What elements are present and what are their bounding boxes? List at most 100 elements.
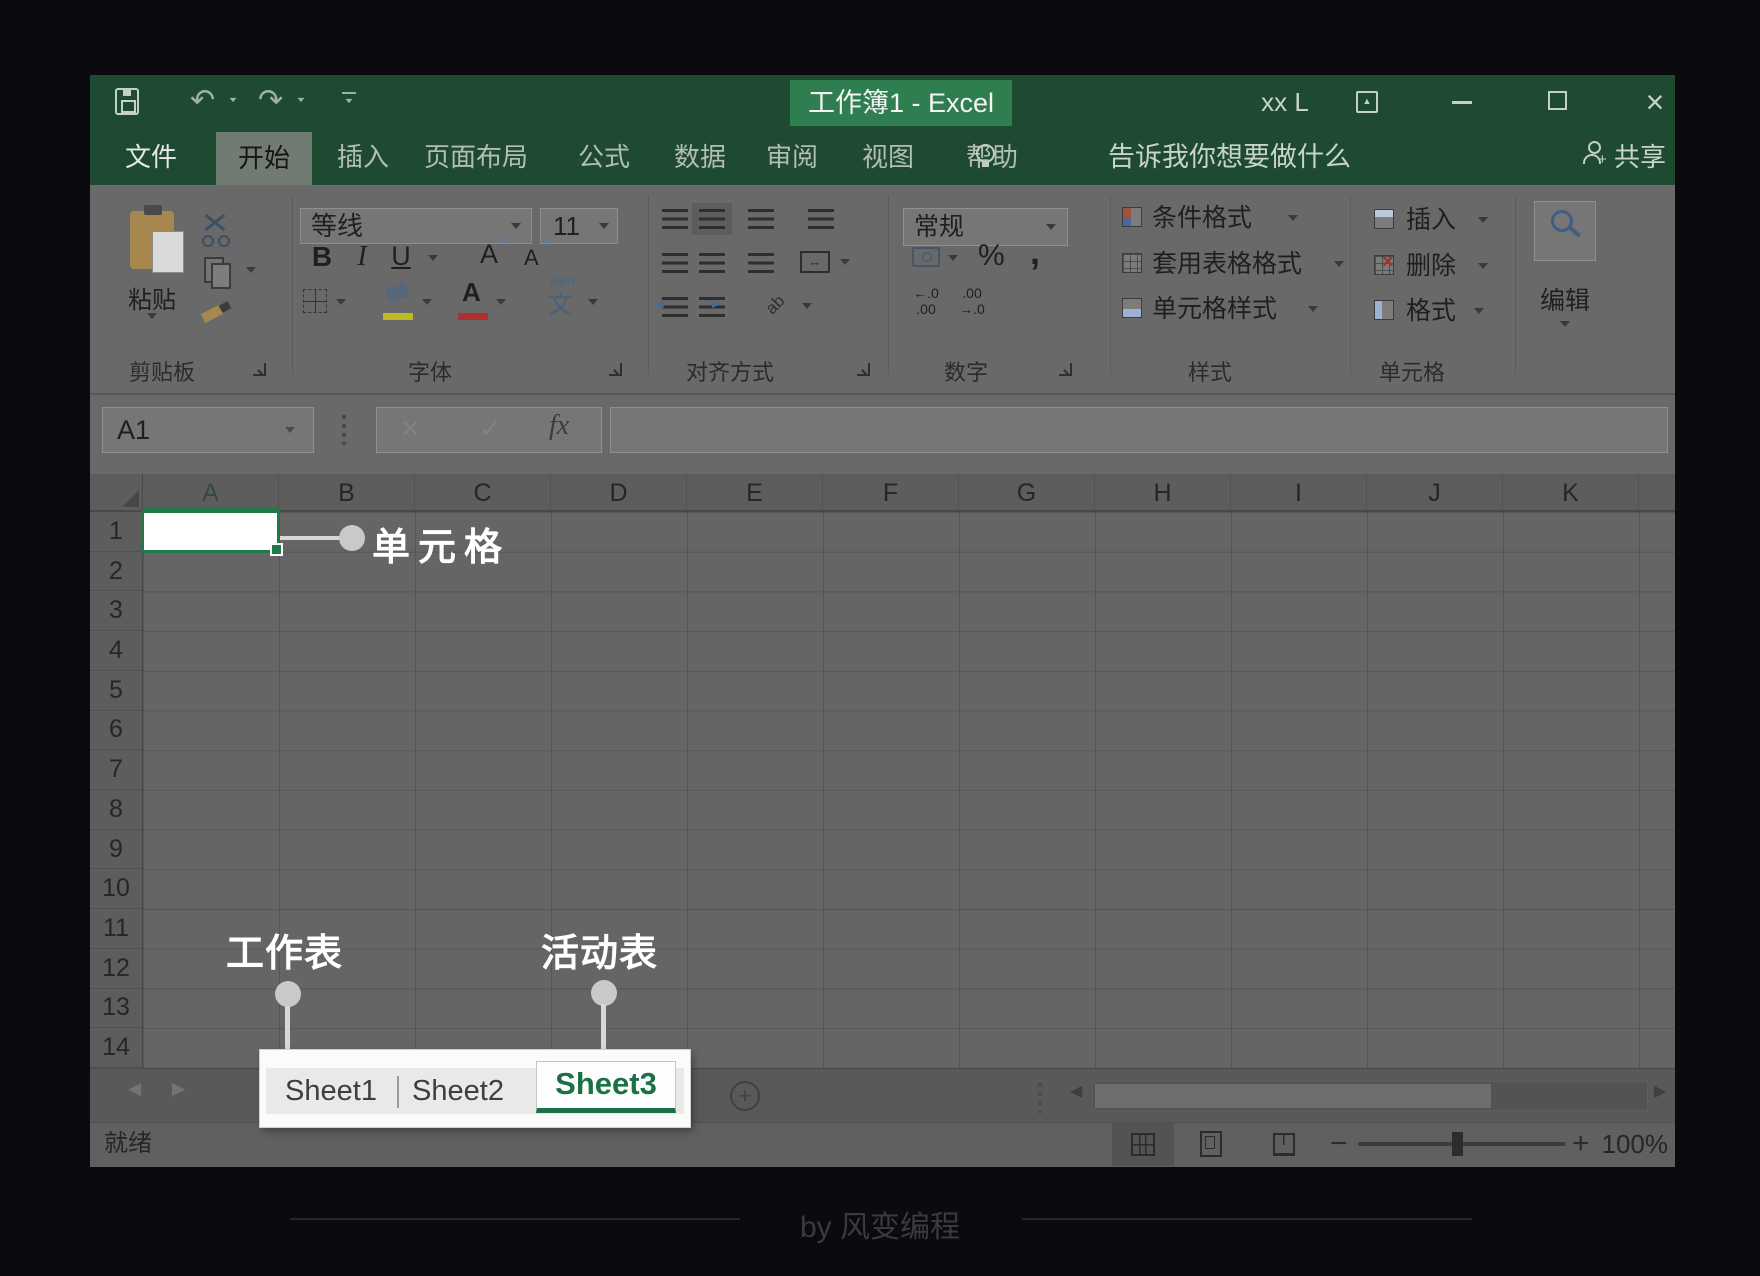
row-headers[interactable]: 1 2 3 4 5 6 7 8 9 10 11 12 13 14 (90, 512, 143, 1068)
comma-button[interactable]: , (1030, 231, 1040, 273)
column-header[interactable]: B (279, 474, 415, 510)
cells-area[interactable] (143, 512, 1675, 1068)
maximize-button[interactable] (1548, 91, 1567, 110)
align-top-button[interactable] (662, 209, 688, 229)
alignment-dialog-launcher-icon[interactable] (857, 363, 870, 376)
column-header[interactable]: I (1231, 474, 1367, 510)
merge-center-button[interactable]: ↔ (800, 251, 830, 273)
row-header[interactable]: 9 (90, 830, 142, 870)
align-bottom-button[interactable] (748, 209, 774, 229)
format-cells-button[interactable]: 格式 (1374, 298, 1494, 332)
italic-button[interactable]: I (348, 241, 376, 273)
underline-chevron-icon[interactable] (428, 255, 438, 261)
row-header[interactable]: 6 (90, 711, 142, 751)
save-icon[interactable] (115, 88, 139, 115)
column-header[interactable]: G (959, 474, 1095, 510)
enter-entry-button[interactable]: ✓ (479, 412, 502, 445)
wrap-text-button[interactable] (808, 209, 834, 229)
clipboard-dialog-launcher-icon[interactable] (253, 363, 266, 376)
decrease-decimal-button[interactable]: .00 →.0 (950, 285, 994, 319)
row-header[interactable]: 8 (90, 790, 142, 830)
increase-decimal-button[interactable]: ←.0 .00 (904, 285, 948, 319)
undo-icon[interactable]: ↶ (190, 83, 215, 118)
row-header[interactable]: 12 (90, 949, 142, 989)
insert-function-button[interactable]: fx (549, 410, 569, 442)
qat-customize-icon[interactable] (342, 92, 356, 94)
ribbon-display-options-icon[interactable]: ▲ (1356, 91, 1378, 113)
column-header[interactable]: D (551, 474, 687, 510)
tab-review[interactable]: 审阅 (758, 130, 826, 185)
normal-view-button[interactable] (1131, 1133, 1155, 1156)
fill-color-chevron-icon[interactable] (422, 299, 432, 305)
underline-button[interactable]: U (386, 241, 416, 272)
align-middle-button[interactable] (699, 209, 725, 229)
column-header[interactable]: E (687, 474, 823, 510)
copy-button[interactable] (202, 257, 262, 289)
sheet-nav-left-icon[interactable]: ◀ (128, 1079, 141, 1099)
phonetic-chevron-icon[interactable] (588, 299, 598, 305)
zoom-out-button[interactable]: − (1330, 1122, 1348, 1166)
column-header[interactable]: H (1095, 474, 1231, 510)
number-dialog-launcher-icon[interactable] (1059, 363, 1072, 376)
select-all-corner[interactable] (90, 474, 143, 512)
cell-styles-button[interactable]: 单元格样式 (1122, 296, 1332, 330)
tell-me-box[interactable]: 告诉我你想要做什么 (1108, 130, 1351, 185)
phonetic-button[interactable]: wén 文 (542, 273, 582, 321)
paste-button[interactable]: 粘贴 (120, 201, 190, 336)
zoom-in-button[interactable]: + (1572, 1122, 1590, 1166)
share-button[interactable]: 共享 (1614, 130, 1666, 185)
column-header[interactable]: K (1503, 474, 1639, 510)
selected-cell-a1[interactable] (141, 510, 280, 553)
format-as-table-button[interactable]: 套用表格格式 (1122, 251, 1352, 285)
close-button[interactable]: × (1638, 84, 1672, 121)
page-break-view-button[interactable] (1273, 1133, 1295, 1156)
zoom-level-label[interactable]: 100% (1590, 1122, 1668, 1166)
delete-cells-button[interactable]: × 删除 (1374, 253, 1494, 287)
font-color-button[interactable]: A (456, 277, 492, 323)
row-header[interactable]: 7 (90, 750, 142, 790)
formula-bar-splitter[interactable] (342, 415, 346, 445)
name-box-chevron-icon[interactable] (285, 427, 295, 433)
accounting-chevron-icon[interactable] (948, 255, 958, 261)
align-right-button[interactable] (748, 253, 774, 273)
tab-scroll-splitter[interactable] (1038, 1083, 1042, 1113)
column-header[interactable]: C (415, 474, 551, 510)
borders-button[interactable] (303, 289, 327, 313)
formula-input[interactable] (610, 407, 1668, 453)
merge-chevron-icon[interactable] (840, 259, 850, 265)
align-center-button[interactable] (699, 253, 725, 273)
format-painter-button[interactable] (200, 301, 240, 329)
row-header[interactable]: 2 (90, 552, 142, 592)
tab-insert[interactable]: 插入 (330, 130, 396, 185)
percent-button[interactable]: % (978, 239, 1005, 273)
hscroll-left-icon[interactable]: ◀ (1070, 1081, 1082, 1101)
shrink-font-button[interactable]: A (524, 245, 539, 271)
column-header[interactable]: F (823, 474, 959, 510)
tab-page-layout[interactable]: 页面布局 (420, 130, 532, 185)
minimize-button[interactable] (1452, 101, 1472, 104)
qat-chevron-icon[interactable] (346, 99, 353, 103)
row-header[interactable]: 1 (90, 512, 142, 552)
tab-data[interactable]: 数据 (666, 130, 734, 185)
name-box[interactable]: A1 (102, 407, 314, 453)
tab-view[interactable]: 视图 (854, 130, 922, 185)
conditional-format-button[interactable]: 条件格式 (1122, 205, 1322, 239)
cancel-entry-button[interactable]: × (401, 410, 420, 447)
column-header[interactable]: J (1367, 474, 1503, 510)
font-color-chevron-icon[interactable] (496, 299, 506, 305)
hscroll-thumb[interactable] (1095, 1084, 1491, 1108)
page-layout-view-button[interactable] (1200, 1131, 1222, 1157)
column-headers[interactable]: A B C D E F G H I J K (143, 474, 1675, 512)
tab-home[interactable]: 开始 (216, 132, 312, 185)
decrease-indent-button[interactable] (662, 297, 688, 317)
fill-color-button[interactable] (381, 281, 417, 323)
redo-chevron-icon[interactable] (298, 98, 305, 102)
redo-icon[interactable]: ↷ (258, 83, 283, 118)
row-header[interactable]: 3 (90, 591, 142, 631)
row-header[interactable]: 10 (90, 869, 142, 909)
tab-file[interactable]: 文件 (115, 130, 187, 185)
row-header[interactable]: 4 (90, 631, 142, 671)
column-header[interactable]: A (143, 474, 279, 510)
user-account-label[interactable]: xx L (1245, 75, 1325, 130)
row-header[interactable]: 11 (90, 909, 142, 949)
